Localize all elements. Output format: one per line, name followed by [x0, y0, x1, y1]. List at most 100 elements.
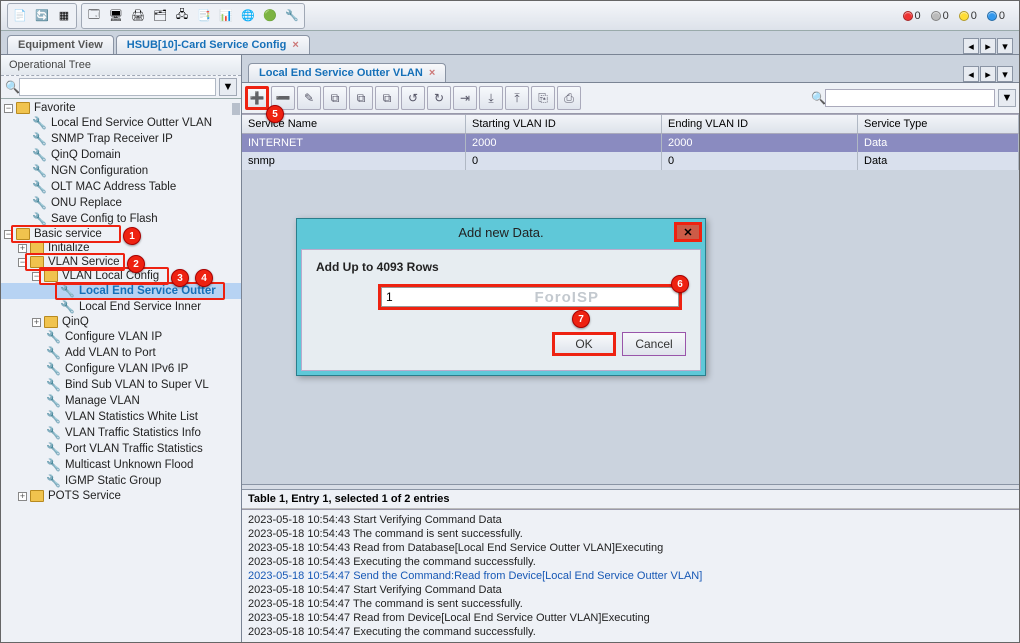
- tb-btn-8[interactable]: 🖧: [172, 6, 192, 26]
- tb-btn-1[interactable]: 📄: [10, 6, 30, 26]
- tree-label: Configure VLAN IPv6 IP: [65, 363, 188, 375]
- tree-label: Manage VLAN: [65, 395, 140, 407]
- tb-btn-9[interactable]: 📑: [194, 6, 214, 26]
- tb-btn-4[interactable]: 🗔: [84, 6, 104, 26]
- tree-label: SNMP Trap Receiver IP: [51, 133, 173, 145]
- ok-button[interactable]: OK: [552, 332, 616, 356]
- expander-icon[interactable]: +: [18, 492, 27, 501]
- table-row[interactable]: INTERNET 2000 2000 Data: [242, 134, 1019, 152]
- cancel-button[interactable]: Cancel: [622, 332, 686, 356]
- tree-search-input[interactable]: [19, 78, 216, 96]
- tree-item[interactable]: 🔧QinQ Domain: [1, 147, 241, 163]
- tab-nav-menu[interactable]: ▾: [997, 38, 1013, 54]
- tb-btn-11[interactable]: 🌐: [238, 6, 258, 26]
- rtb-btn-12[interactable]: ⎘: [531, 86, 555, 110]
- tree-label: VLAN Traffic Statistics Info: [65, 427, 201, 439]
- log-line: 2023-05-18 10:54:47 Executing the comman…: [248, 625, 1013, 639]
- marker-4: 4: [195, 269, 213, 287]
- expander-icon[interactable]: +: [18, 244, 27, 253]
- tb-btn-3[interactable]: ▦: [54, 6, 74, 26]
- folder-icon: [16, 102, 30, 114]
- tab-equipment-view[interactable]: Equipment View: [7, 35, 114, 54]
- tree-item[interactable]: −VLAN Local Config34: [1, 269, 241, 283]
- wrench-icon: 🔧: [32, 116, 47, 130]
- rtb-btn-7[interactable]: ↺: [401, 86, 425, 110]
- status-gray-count: 0: [943, 10, 949, 22]
- rtab-nav-next[interactable]: ▸: [980, 66, 996, 82]
- expander-icon[interactable]: +: [32, 318, 41, 327]
- rtb-btn-9[interactable]: ⇥: [453, 86, 477, 110]
- tb-btn-5[interactable]: 🖥: [106, 6, 126, 26]
- tree-item[interactable]: 🔧Bind Sub VLAN to Super VL: [1, 377, 241, 393]
- log-panel[interactable]: 2023-05-18 10:54:43 Start Verifying Comm…: [242, 509, 1019, 642]
- marker-2: 2: [127, 255, 145, 273]
- rtb-btn-8[interactable]: ↻: [427, 86, 451, 110]
- tree-item[interactable]: 🔧Manage VLAN: [1, 393, 241, 409]
- tree-item[interactable]: 🔧Configure VLAN IPv6 IP: [1, 361, 241, 377]
- rtb-btn-11[interactable]: ⤒: [505, 86, 529, 110]
- rtb-btn-5[interactable]: ⧉: [349, 86, 373, 110]
- tree-item[interactable]: 🔧Local End Service Inner: [1, 299, 241, 315]
- tree-item[interactable]: 🔧Configure VLAN IP: [1, 329, 241, 345]
- close-icon[interactable]: ×: [292, 39, 298, 51]
- tree-item[interactable]: 🔧Port VLAN Traffic Statistics: [1, 441, 241, 457]
- marker-6: 6: [671, 275, 689, 293]
- rtab-nav-prev[interactable]: ◂: [963, 66, 979, 82]
- tree-item[interactable]: 🔧VLAN Traffic Statistics Info: [1, 425, 241, 441]
- tree-item[interactable]: +POTS Service: [1, 489, 241, 503]
- grid-search-input[interactable]: [825, 89, 995, 107]
- col-ending-vlan[interactable]: Ending VLAN ID: [662, 115, 858, 133]
- tb-btn-10[interactable]: 📊: [216, 6, 236, 26]
- tree[interactable]: −Favorite🔧Local End Service Outter VLAN🔧…: [1, 99, 241, 642]
- col-service-type[interactable]: Service Type: [858, 115, 1019, 133]
- rtb-btn-13[interactable]: ⎙: [557, 86, 581, 110]
- log-line: 2023-05-18 10:54:47 Read from Device[Loc…: [248, 611, 1013, 625]
- tree-item[interactable]: 🔧 Local End Service Outter VLAN: [1, 115, 241, 131]
- dialog-close-button[interactable]: ✕: [674, 222, 702, 242]
- tree-item[interactable]: 🔧IGMP Static Group: [1, 473, 241, 489]
- tree-item[interactable]: −Basic service1: [1, 227, 241, 241]
- marker-7: 7: [572, 310, 590, 328]
- table-row[interactable]: snmp 0 0 Data: [242, 152, 1019, 170]
- tree-item[interactable]: 🔧VLAN Statistics White List: [1, 409, 241, 425]
- tree-label: NGN Configuration: [51, 165, 148, 177]
- tree-item[interactable]: 🔧NGN Configuration: [1, 163, 241, 179]
- operational-tree-label: Operational Tree: [1, 55, 241, 76]
- tree-item[interactable]: −Favorite: [1, 101, 241, 115]
- rtb-btn-4[interactable]: ⧉: [323, 86, 347, 110]
- tab-nav-next[interactable]: ▸: [980, 38, 996, 54]
- col-starting-vlan[interactable]: Starting VLAN ID: [466, 115, 662, 133]
- tree-label: Multicast Unknown Flood: [65, 459, 193, 471]
- tb-btn-13[interactable]: 🔧: [282, 6, 302, 26]
- scroll-handle-top[interactable]: [232, 103, 240, 115]
- rows-count-input[interactable]: [381, 287, 679, 307]
- wrench-icon: 🔧: [32, 196, 47, 210]
- tree-item[interactable]: 🔧OLT MAC Address Table: [1, 179, 241, 195]
- rtab-nav-menu[interactable]: ▾: [997, 66, 1013, 82]
- tree-item[interactable]: 🔧SNMP Trap Receiver IP: [1, 131, 241, 147]
- tree-item[interactable]: +QinQ: [1, 315, 241, 329]
- tab-local-end-outter-vlan[interactable]: Local End Service Outter VLAN×: [248, 63, 446, 82]
- tab-card-service-config[interactable]: HSUB[10]-Card Service Config×: [116, 35, 310, 54]
- close-icon[interactable]: ×: [429, 67, 435, 79]
- tb-btn-6[interactable]: 🖨: [128, 6, 148, 26]
- search-dropdown[interactable]: ▼: [219, 78, 237, 96]
- tree-item[interactable]: 🔧Multicast Unknown Flood: [1, 457, 241, 473]
- tb-btn-7[interactable]: 🗂: [150, 6, 170, 26]
- expander-icon[interactable]: −: [4, 104, 13, 113]
- folder-icon: [30, 490, 44, 502]
- tab-nav-prev[interactable]: ◂: [963, 38, 979, 54]
- grid-search-dropdown[interactable]: ▼: [998, 89, 1016, 107]
- tree-item[interactable]: 🔧ONU Replace: [1, 195, 241, 211]
- rtb-btn-3[interactable]: ✎: [297, 86, 321, 110]
- log-line: 2023-05-18 10:54:43 Executing the comman…: [248, 555, 1013, 569]
- log-line: 2023-05-18 10:54:43 Read from Database[L…: [248, 541, 1013, 555]
- tree-item[interactable]: 🔧Add VLAN to Port: [1, 345, 241, 361]
- add-row-button[interactable]: ➕: [245, 86, 269, 110]
- tree-label: Local End Service Outter VLAN: [51, 117, 212, 129]
- rtb-btn-10[interactable]: ⤓: [479, 86, 503, 110]
- tb-btn-12[interactable]: 🟢: [260, 6, 280, 26]
- wrench-icon: 🔧: [46, 378, 61, 392]
- tb-btn-2[interactable]: 🔄: [32, 6, 52, 26]
- rtb-btn-6[interactable]: ⧉: [375, 86, 399, 110]
